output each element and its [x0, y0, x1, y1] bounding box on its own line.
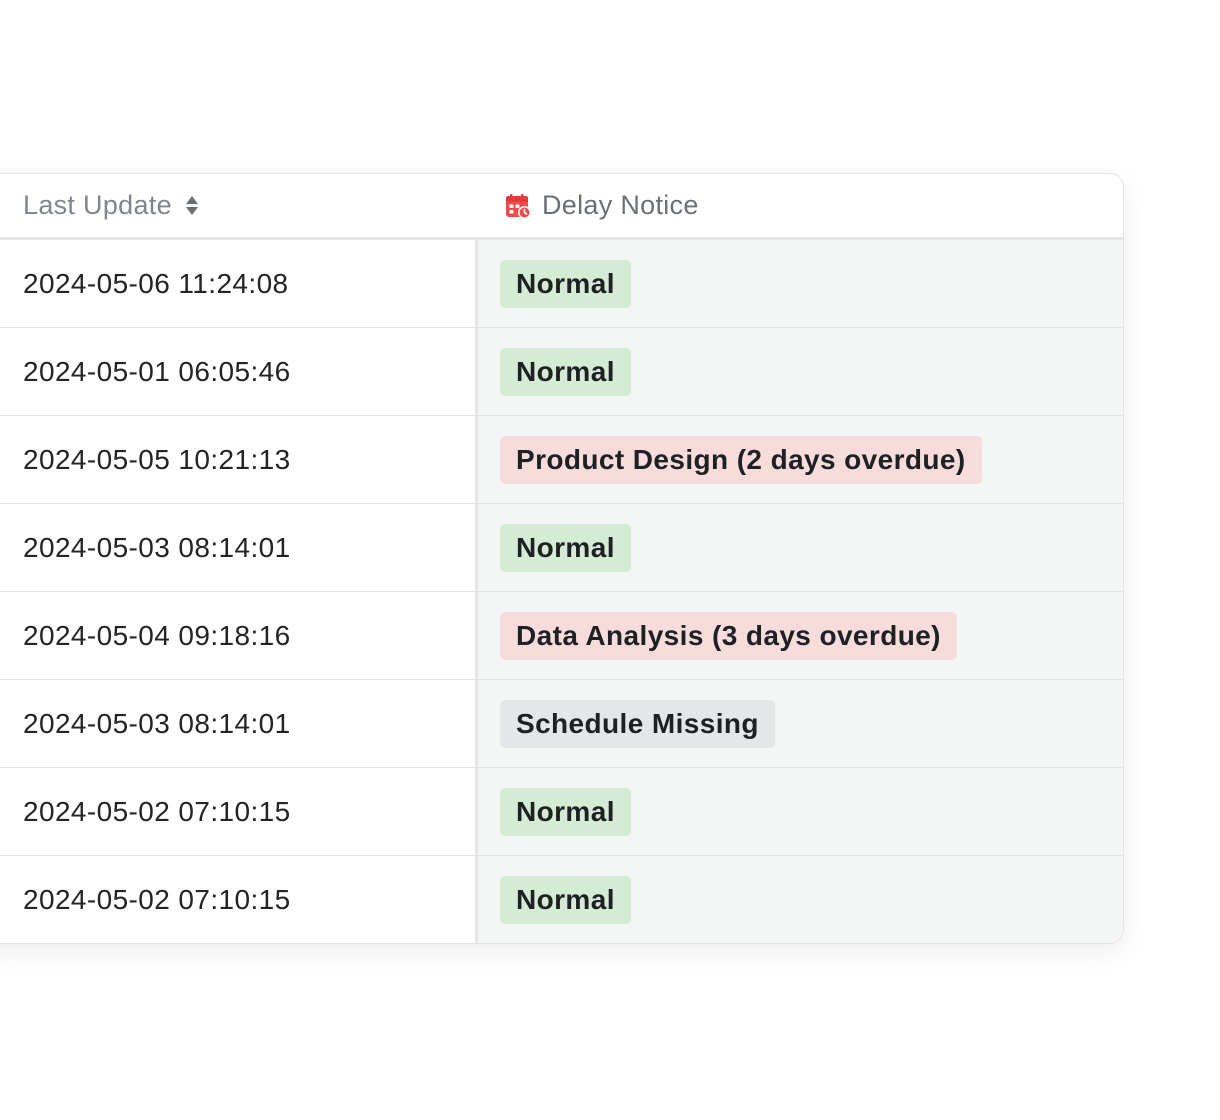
status-badge: Normal — [500, 787, 631, 836]
last-update-cell: 2024-05-05 10:21:13 — [0, 416, 478, 503]
delay-notice-cell: Normal — [478, 504, 1123, 591]
status-badge: Schedule Missing — [500, 699, 775, 748]
status-badge: Product Design (2 days overdue) — [500, 435, 982, 484]
delay-notice-cell: Normal — [478, 328, 1123, 415]
last-update-cell: 2024-05-02 07:10:15 — [0, 768, 478, 855]
table-row[interactable]: 2024-05-02 07:10:15 Normal — [0, 856, 1123, 943]
table-row[interactable]: 2024-05-04 09:18:16 Data Analysis (3 days… — [0, 592, 1123, 680]
column-header-delay-notice[interactable]: Delay Notice — [478, 190, 699, 221]
delay-notice-cell: Normal — [478, 240, 1123, 327]
status-badge: Normal — [500, 876, 631, 924]
status-badge: Normal — [500, 347, 631, 396]
data-table: Last Update Delay Notice 2024-05-06 11:2… — [0, 173, 1124, 944]
table-row[interactable]: 2024-05-05 10:21:13 Product Design (2 day… — [0, 416, 1123, 504]
status-badge: Data Analysis (3 days overdue) — [500, 611, 957, 660]
last-update-cell: 2024-05-06 11:24:08 — [0, 240, 478, 327]
last-update-cell: 2024-05-03 08:14:01 — [0, 504, 478, 591]
delay-notice-cell: Normal — [478, 856, 1123, 943]
delay-notice-cell: Data Analysis (3 days overdue) — [478, 592, 1123, 679]
table-row[interactable]: 2024-05-03 08:14:01 Normal — [0, 504, 1123, 592]
delay-notice-cell: Normal — [478, 768, 1123, 855]
table-row[interactable]: 2024-05-03 08:14:01 Schedule Missing — [0, 680, 1123, 768]
table-row[interactable]: 2024-05-06 11:24:08 Normal — [0, 240, 1123, 328]
delay-notice-cell: Product Design (2 days overdue) — [478, 416, 1123, 503]
table-body: 2024-05-06 11:24:08 Normal 2024-05-01 06:0… — [0, 240, 1123, 943]
last-update-cell: 2024-05-02 07:10:15 — [0, 856, 478, 943]
table-header-row: Last Update Delay Notice — [0, 174, 1123, 240]
table-row[interactable]: 2024-05-01 06:05:46 Normal — [0, 328, 1123, 416]
delay-notice-cell: Schedule Missing — [478, 680, 1123, 767]
column-header-last-update[interactable]: Last Update — [0, 190, 478, 221]
last-update-cell: 2024-05-03 08:14:01 — [0, 680, 478, 767]
calendar-clock-icon — [506, 193, 531, 219]
column-header-label: Last Update — [23, 190, 172, 220]
last-update-cell: 2024-05-04 09:18:16 — [0, 592, 478, 679]
status-badge: Normal — [500, 259, 631, 308]
column-header-label: Delay Notice — [542, 190, 699, 220]
table-row[interactable]: 2024-05-02 07:10:15 Normal — [0, 768, 1123, 856]
sort-icon[interactable] — [185, 196, 198, 215]
last-update-cell: 2024-05-01 06:05:46 — [0, 328, 478, 415]
status-badge: Normal — [500, 523, 631, 572]
